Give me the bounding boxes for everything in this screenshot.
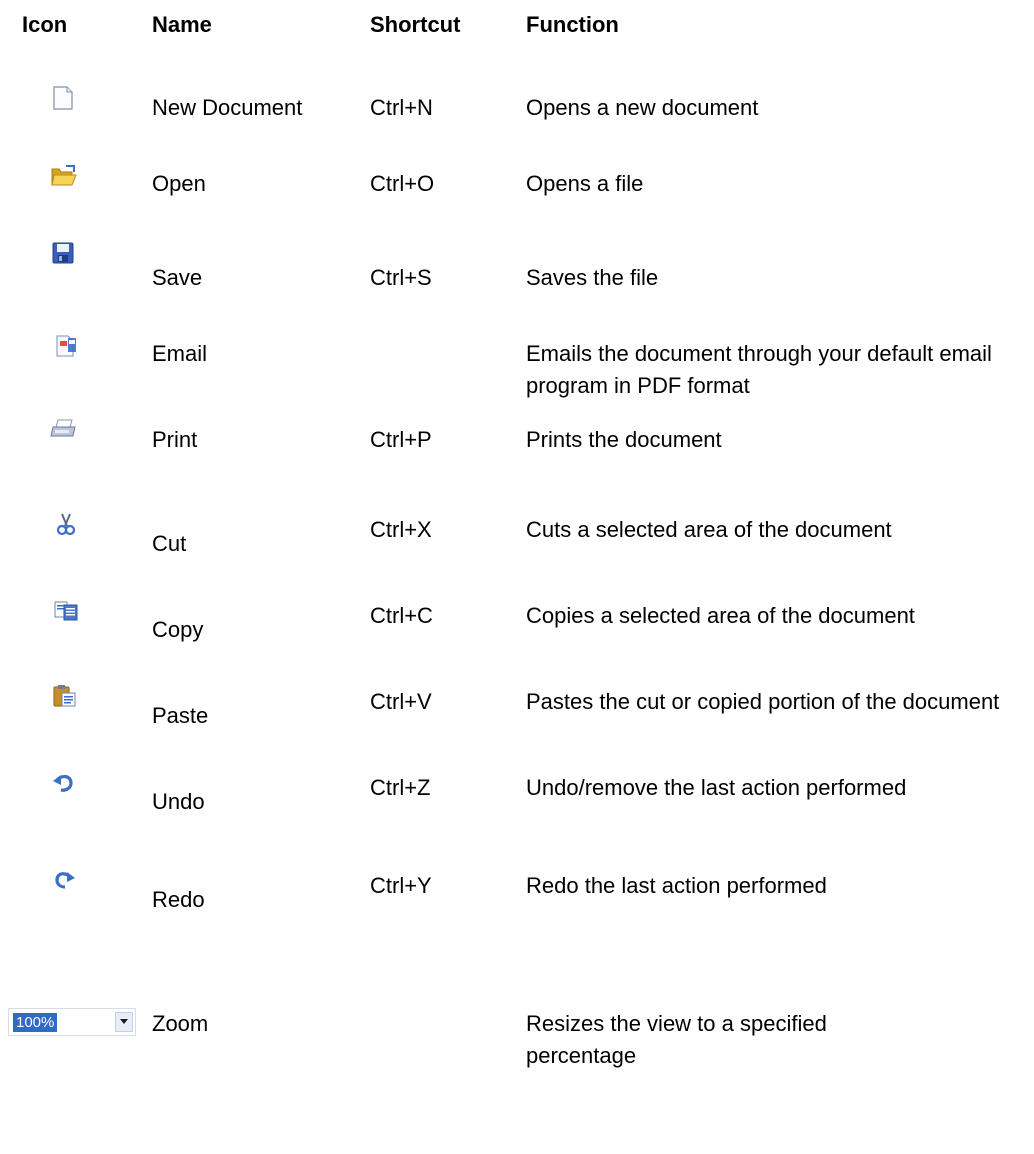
row-name: Cut: [152, 531, 187, 556]
row-shortcut: Ctrl+V: [370, 689, 432, 714]
row-function: Undo/remove the last action performed: [526, 775, 907, 800]
row-function: Copies a selected area of the document: [526, 603, 915, 628]
row-name: Print: [152, 427, 198, 452]
row-name: Redo: [152, 887, 205, 912]
row-shortcut: Ctrl+O: [370, 171, 435, 196]
row-name: Open: [152, 171, 206, 196]
row-shortcut: Ctrl+N: [370, 95, 433, 120]
header-icon: Icon: [22, 12, 68, 37]
scissors-icon: [56, 512, 84, 538]
row-function: Cuts a selected area of the document: [526, 517, 892, 542]
row-name: Zoom: [152, 1011, 209, 1036]
paste-clipboard-icon: [52, 684, 80, 710]
redo-arrow-icon: [52, 868, 80, 894]
new-document-icon: [52, 86, 80, 112]
copy-icon: [54, 600, 82, 626]
row-function: Resizes the view to a specified percenta…: [526, 1011, 827, 1068]
row-name: New Document: [152, 95, 303, 120]
row-shortcut: Ctrl+S: [370, 265, 432, 290]
row-shortcut: Ctrl+X: [370, 517, 432, 542]
header-shortcut: Shortcut: [370, 12, 461, 37]
row-name: Undo: [152, 789, 205, 814]
row-function: Prints the document: [526, 427, 722, 452]
row-function: Opens a file: [526, 171, 644, 196]
undo-arrow-icon: [52, 772, 80, 798]
header-name: Name: [152, 12, 212, 37]
row-name: Email: [152, 341, 208, 366]
chevron-down-icon[interactable]: [115, 1012, 133, 1032]
row-name: Paste: [152, 703, 209, 728]
zoom-dropdown[interactable]: 100%: [8, 1008, 136, 1036]
row-function: Redo the last action performed: [526, 873, 827, 898]
row-shortcut: Ctrl+Y: [370, 873, 432, 898]
row-name: Save: [152, 265, 203, 290]
row-shortcut: Ctrl+Z: [370, 775, 431, 800]
printer-icon: [50, 418, 78, 444]
save-disk-icon: [52, 242, 80, 268]
email-icon: [54, 334, 82, 360]
open-folder-icon: [50, 164, 78, 190]
row-function: Saves the file: [526, 265, 659, 290]
zoom-value: 100%: [13, 1013, 58, 1032]
row-shortcut: Ctrl+C: [370, 603, 433, 628]
row-shortcut: Ctrl+P: [370, 427, 432, 452]
row-function: Emails the document through your default…: [526, 341, 992, 398]
row-function: Opens a new document: [526, 95, 759, 120]
row-function: Pastes the cut or copied portion of the …: [526, 689, 1000, 714]
header-function: Function: [526, 12, 619, 37]
row-name: Copy: [152, 617, 204, 642]
